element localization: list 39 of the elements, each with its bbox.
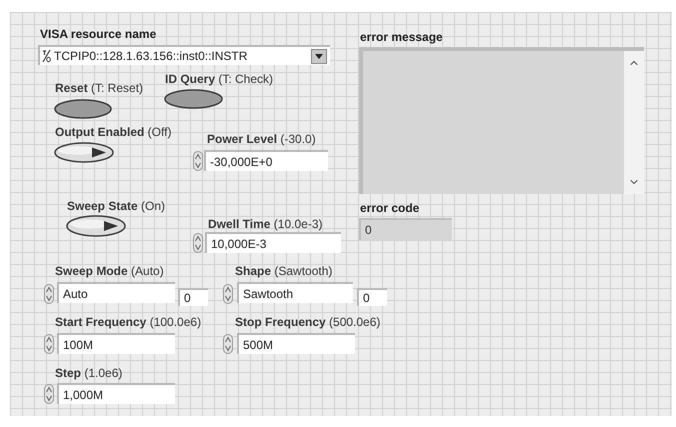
- oval-button[interactable]: [54, 99, 112, 119]
- toggle-switch[interactable]: [66, 215, 126, 237]
- scrollbar[interactable]: [624, 51, 644, 194]
- numeric-field[interactable]: 500M: [237, 333, 355, 354]
- numeric-field[interactable]: Sawtooth: [237, 282, 353, 303]
- numeric-field[interactable]: 10,000E-3: [205, 232, 341, 253]
- toggle-switch[interactable]: [54, 142, 114, 163]
- control-label: error code: [360, 202, 420, 214]
- control-label: ID Query (T: Check): [165, 73, 274, 85]
- numeric-field[interactable]: -30,000E+0: [204, 150, 328, 171]
- control-label: error message: [360, 31, 443, 43]
- numeric-field[interactable]: 100M: [57, 333, 175, 354]
- io-icon: [42, 49, 51, 63]
- control-label: VISA resource name: [40, 28, 156, 40]
- increment-arrows-icon[interactable]: [193, 233, 203, 253]
- increment-arrows-icon[interactable]: [44, 334, 54, 354]
- control-label: Reset (T: Reset): [55, 82, 144, 94]
- numeric-field[interactable]: Auto: [57, 282, 175, 303]
- resource-value: TCPIP0::128.1.63.156::inst0::INSTR: [54, 48, 248, 65]
- oval-button[interactable]: [164, 89, 223, 109]
- resource-dropdown[interactable]: TCPIP0::128.1.63.156::inst0::INSTR: [38, 45, 330, 65]
- numeric-field[interactable]: 0: [178, 288, 208, 306]
- numeric-field[interactable]: 0: [357, 288, 387, 306]
- increment-arrows-icon[interactable]: [193, 151, 203, 171]
- control-label: Sweep Mode (Auto): [55, 265, 164, 277]
- control-label: Shape (Sawtooth): [235, 265, 332, 277]
- control-label: Output Enabled (Off): [55, 126, 172, 138]
- control-label: Stop Frequency (500.0e6): [235, 316, 380, 328]
- control-label: Sweep State (On): [67, 200, 166, 212]
- increment-arrows-icon[interactable]: [223, 284, 233, 304]
- increment-arrows-icon[interactable]: [223, 334, 233, 354]
- control-label: Step (1.0e6): [55, 367, 122, 379]
- control-label: Dwell Time (10.0e-3): [208, 218, 322, 230]
- error-code-field: 0: [359, 218, 452, 240]
- increment-arrows-icon[interactable]: [44, 284, 54, 304]
- control-label: Start Frequency (100.0e6): [55, 316, 202, 328]
- control-label: Power Level (-30.0): [207, 133, 316, 145]
- numeric-field[interactable]: 1,000M: [57, 383, 175, 404]
- increment-arrows-icon[interactable]: [44, 384, 54, 404]
